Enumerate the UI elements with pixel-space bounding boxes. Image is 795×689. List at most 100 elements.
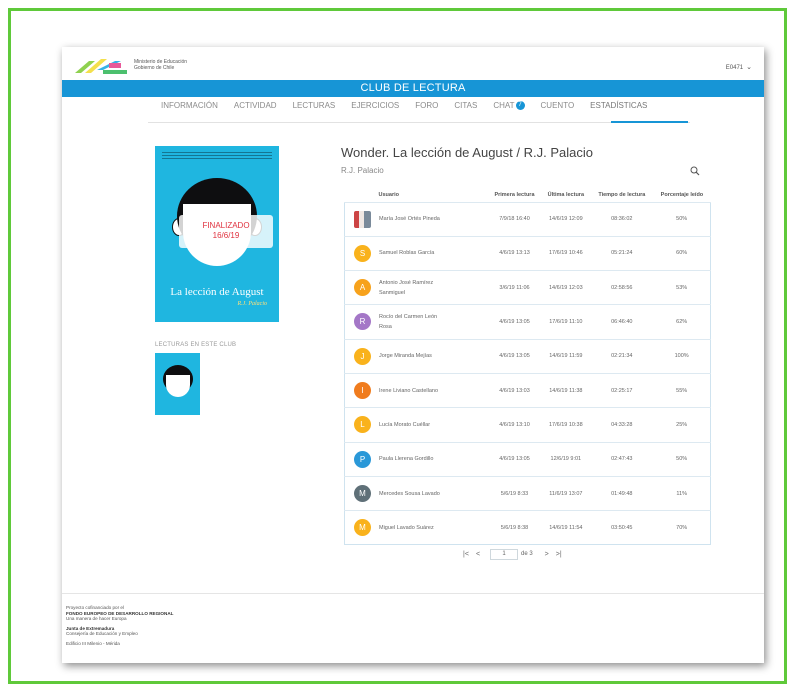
prev-page-button[interactable]: < bbox=[472, 551, 484, 558]
avatar: J bbox=[354, 347, 371, 365]
search-icon[interactable] bbox=[690, 166, 700, 176]
user-name: Miguel Lavado Suárez bbox=[379, 524, 434, 531]
book-thumbnail[interactable] bbox=[155, 353, 200, 415]
book-author: R.J. Palacio bbox=[341, 166, 384, 175]
tab-actividad[interactable]: ACTIVIDAD bbox=[226, 101, 285, 117]
table-row[interactable]: R Rocío del Carmen León Rosa 4/6/19 13:05 1… bbox=[344, 304, 711, 340]
stats-table: Usuario Primera lectura Última lectura T… bbox=[344, 189, 711, 545]
user-name: María José Ortés Pineda bbox=[379, 216, 440, 223]
cell-last: 12/6/19 9:01 bbox=[541, 441, 591, 477]
user-menu[interactable]: E0471 ⌄ bbox=[726, 63, 752, 71]
cover-blurb bbox=[162, 152, 272, 164]
table-row[interactable]: M Miguel Lavado Suárez 5/6/19 8:38 14/6/19 … bbox=[344, 510, 711, 545]
column-header[interactable]: Usuario bbox=[345, 189, 488, 202]
chat-count-badge: 7 bbox=[515, 101, 525, 111]
cell-pct: 100% bbox=[653, 338, 711, 374]
tab-chat[interactable]: CHAT 7 bbox=[485, 101, 532, 117]
table-row[interactable]: J Jorge Miranda Mejías 4/6/19 13:05 14/6/19… bbox=[344, 338, 711, 374]
tab-foro[interactable]: FORO bbox=[407, 101, 446, 117]
cell-pct: 62% bbox=[653, 304, 711, 340]
user-cell: R Rocío del Carmen León Rosa bbox=[344, 304, 488, 340]
tab-label: ACTIVIDAD bbox=[233, 101, 277, 110]
avatar: M bbox=[354, 484, 371, 502]
cell-last: 17/6/19 11:10 bbox=[541, 304, 591, 340]
footer-junta: Junta de Extremadura bbox=[66, 625, 115, 631]
cell-last: 14/6/19 11:38 bbox=[541, 372, 591, 408]
user-cell: María José Ortés Pineda bbox=[344, 201, 488, 237]
cell-first: 3/6/19 11:06 bbox=[487, 270, 542, 305]
cell-last: 14/6/19 12:09 bbox=[541, 201, 591, 237]
table-row[interactable]: S Samuel Roblas García 4/6/19 13:13 17/6/19… bbox=[344, 235, 711, 271]
government-line: Gobierno de Chile bbox=[134, 65, 175, 71]
tab-cuento[interactable]: CUENTO bbox=[533, 101, 583, 117]
first-page-button[interactable]: |< bbox=[460, 551, 472, 558]
avatar bbox=[354, 210, 371, 228]
avatar: I bbox=[354, 381, 371, 399]
user-cell: P Paula Llerena Gordillo bbox=[344, 441, 488, 477]
last-page-button[interactable]: >| bbox=[553, 551, 565, 558]
status-date: 16/6/19 bbox=[212, 231, 240, 240]
cell-time: 05:21:24 bbox=[590, 235, 654, 271]
cell-last: 14/6/19 11:54 bbox=[541, 510, 591, 545]
tab-label: INFORMACIÓN bbox=[161, 101, 218, 110]
avatar: R bbox=[354, 313, 371, 331]
tab-label: CUENTO bbox=[540, 101, 575, 110]
next-page-button[interactable]: > bbox=[541, 551, 553, 558]
table-row[interactable]: I Irene Liviano Castellano 4/6/19 13:03 14/… bbox=[344, 372, 711, 408]
lecturas-label: LECTURAS EN ESTE CLUB bbox=[155, 342, 237, 348]
cell-first: 4/6/19 13:05 bbox=[487, 338, 542, 374]
status-stamp: FINALIZADO 16/6/19 bbox=[179, 215, 273, 248]
table-row[interactable]: M Mercedes Sousa Lavado 5/6/19 8:33 11/6/19… bbox=[344, 475, 711, 511]
user-cell: S Samuel Roblas García bbox=[344, 235, 488, 271]
user-cell: J Jorge Miranda Mejías bbox=[344, 338, 488, 374]
tab-divider bbox=[148, 122, 690, 123]
cell-last: 14/6/19 11:59 bbox=[541, 338, 591, 374]
table-row[interactable]: María José Ortés Pineda 7/9/18 16:40 14/6/… bbox=[344, 201, 711, 237]
app-window: Ministerio de Educación Gobierno de Chil… bbox=[62, 47, 764, 663]
cell-pct: 70% bbox=[653, 510, 711, 545]
tab-citas[interactable]: CITAS bbox=[446, 101, 485, 117]
ministry-logo bbox=[75, 59, 127, 74]
tab-información[interactable]: INFORMACIÓN bbox=[153, 101, 226, 117]
cell-first: 5/6/19 8:38 bbox=[487, 510, 542, 545]
footer: Proyecto cofinanciado por el FONDO EUROP… bbox=[66, 605, 173, 647]
club-banner: CLUB DE LECTURA bbox=[62, 80, 764, 97]
avatar: L bbox=[354, 416, 371, 434]
tab-label: LECTURAS bbox=[292, 101, 336, 110]
avatar: A bbox=[354, 279, 371, 297]
tab-estadísticas[interactable]: ESTADÍSTICAS bbox=[582, 101, 655, 117]
column-header[interactable]: Primera lectura bbox=[488, 189, 542, 202]
tab-label: FORO bbox=[415, 101, 439, 110]
chevron-down-icon: ⌄ bbox=[746, 64, 752, 71]
user-name: Rocío del Carmen León Rosa bbox=[379, 314, 438, 331]
tab-label: CITAS bbox=[454, 101, 478, 110]
user-cell: M Miguel Lavado Suárez bbox=[344, 510, 488, 545]
cell-first: 4/6/19 13:05 bbox=[487, 304, 542, 340]
page-number-input[interactable]: 1 bbox=[490, 548, 518, 560]
footer-address: Edificio III Milenio - Mérida bbox=[66, 640, 120, 646]
user-name: Irene Liviano Castellano bbox=[379, 387, 439, 394]
table-row[interactable]: P Paula Llerena Gordillo 4/6/19 13:05 12/6/… bbox=[344, 441, 711, 477]
column-header[interactable]: Tiempo de lectura bbox=[590, 189, 653, 202]
cell-last: 17/6/19 10:46 bbox=[541, 235, 591, 271]
tab-lecturas[interactable]: LECTURAS bbox=[285, 101, 344, 117]
column-header[interactable]: Porcentaje leído bbox=[653, 189, 710, 202]
table-row[interactable]: L Lucía Morato Cuéllar 4/6/19 13:10 17/6/19… bbox=[344, 407, 711, 443]
tab-ejercicios[interactable]: EJERCICIOS bbox=[343, 101, 407, 117]
cell-time: 02:47:43 bbox=[590, 441, 654, 477]
tab-label: ESTADÍSTICAS bbox=[590, 101, 648, 110]
avatar: P bbox=[354, 450, 371, 468]
cell-time: 03:50:45 bbox=[590, 510, 654, 545]
cell-time: 02:25:17 bbox=[590, 372, 654, 408]
user-cell: A Antonio José Ramírez Sanmiguel bbox=[344, 270, 488, 305]
top-header: Ministerio de Educación Gobierno de Chil… bbox=[62, 47, 764, 80]
cell-last: 14/6/19 12:03 bbox=[541, 270, 591, 305]
user-cell: I Irene Liviano Castellano bbox=[344, 372, 488, 408]
user-name: Paula Llerena Gordillo bbox=[379, 456, 434, 463]
cell-last: 17/6/19 10:38 bbox=[541, 407, 591, 443]
cell-last: 11/6/19 13:07 bbox=[541, 475, 591, 511]
status-label: FINALIZADO bbox=[202, 221, 250, 230]
table-row[interactable]: A Antonio José Ramírez Sanmiguel 3/6/19 11… bbox=[344, 270, 711, 305]
column-header[interactable]: Última lectura bbox=[541, 189, 590, 202]
thumbnail-face bbox=[166, 375, 190, 397]
